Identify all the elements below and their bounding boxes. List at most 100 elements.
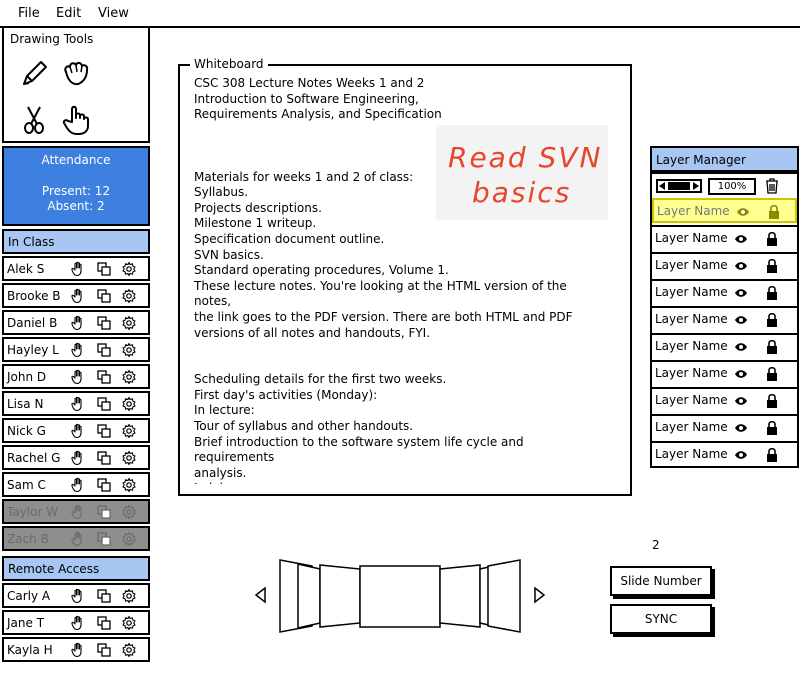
hand-icon[interactable]: [70, 261, 86, 277]
copy-icon[interactable]: [96, 615, 112, 631]
eye-icon[interactable]: [734, 396, 748, 406]
student-row[interactable]: Alek S: [2, 256, 150, 281]
student-row[interactable]: Sam C: [2, 472, 150, 497]
eye-icon[interactable]: [734, 369, 748, 379]
hand-icon[interactable]: [70, 396, 86, 412]
student-row[interactable]: John D: [2, 364, 150, 389]
gear-icon[interactable]: [121, 369, 137, 385]
menu-view[interactable]: View: [98, 6, 129, 21]
copy-icon[interactable]: [96, 369, 112, 385]
layer-row[interactable]: Layer Name: [652, 252, 797, 277]
layer-row[interactable]: Layer Name: [652, 306, 797, 331]
hand-icon[interactable]: [70, 642, 86, 658]
copy-icon[interactable]: [96, 477, 112, 493]
hand-icon[interactable]: [70, 342, 86, 358]
lock-icon[interactable]: [766, 285, 778, 301]
carousel-next-icon[interactable]: [534, 586, 546, 604]
current-slide-thumbnail[interactable]: [359, 565, 441, 628]
hand-icon[interactable]: [70, 504, 86, 520]
copy-icon[interactable]: [96, 342, 112, 358]
gear-icon[interactable]: [121, 315, 137, 331]
copy-icon[interactable]: [96, 423, 112, 439]
copy-icon[interactable]: [96, 261, 112, 277]
eye-icon[interactable]: [734, 261, 748, 271]
hand-grab-icon[interactable]: [60, 58, 92, 90]
zoom-field[interactable]: 100%: [708, 178, 756, 195]
slide-thumbnail[interactable]: [439, 564, 481, 628]
gear-icon[interactable]: [121, 615, 137, 631]
gear-icon[interactable]: [121, 642, 137, 658]
hand-icon[interactable]: [70, 588, 86, 604]
student-row[interactable]: Taylor W: [2, 499, 150, 524]
slide-carousel[interactable]: [250, 558, 550, 634]
student-row[interactable]: Daniel B: [2, 310, 150, 335]
hand-icon[interactable]: [70, 531, 86, 547]
trash-icon[interactable]: [764, 177, 780, 195]
pencil-icon[interactable]: [18, 58, 50, 90]
student-row[interactable]: Kayla H: [2, 637, 150, 662]
hand-icon[interactable]: [70, 477, 86, 493]
menu-edit[interactable]: Edit: [56, 6, 81, 21]
eye-icon[interactable]: [736, 207, 750, 217]
eye-icon[interactable]: [734, 288, 748, 298]
eye-icon[interactable]: [734, 450, 748, 460]
gear-icon[interactable]: [121, 531, 137, 547]
gear-icon[interactable]: [121, 423, 137, 439]
eye-icon[interactable]: [734, 342, 748, 352]
menu-file[interactable]: File: [18, 6, 40, 21]
slide-thumbnail[interactable]: [487, 559, 521, 633]
student-row[interactable]: Lisa N: [2, 391, 150, 416]
layer-row[interactable]: Layer Name: [652, 414, 797, 439]
student-row[interactable]: Nick G: [2, 418, 150, 443]
slide-number-button[interactable]: Slide Number: [610, 566, 712, 596]
gear-icon[interactable]: [121, 504, 137, 520]
layer-row[interactable]: Layer Name: [652, 387, 797, 412]
carousel-prev-icon[interactable]: [254, 586, 266, 604]
copy-icon[interactable]: [96, 504, 112, 520]
eye-icon[interactable]: [734, 234, 748, 244]
hand-icon[interactable]: [70, 288, 86, 304]
copy-icon[interactable]: [96, 588, 112, 604]
handwritten-note[interactable]: Read SVN basics: [436, 125, 608, 220]
opacity-slider[interactable]: [656, 179, 702, 193]
copy-icon[interactable]: [96, 531, 112, 547]
lock-icon[interactable]: [766, 393, 778, 409]
hand-icon[interactable]: [70, 369, 86, 385]
copy-icon[interactable]: [96, 642, 112, 658]
lock-icon[interactable]: [766, 447, 778, 463]
sync-button[interactable]: SYNC: [610, 604, 712, 634]
eye-icon[interactable]: [734, 315, 748, 325]
copy-icon[interactable]: [96, 450, 112, 466]
eye-icon[interactable]: [734, 423, 748, 433]
layer-row[interactable]: Layer Name: [652, 225, 797, 250]
slide-thumbnail[interactable]: [319, 564, 361, 628]
layer-row[interactable]: Layer Name: [652, 333, 797, 358]
hand-icon[interactable]: [70, 423, 86, 439]
hand-icon[interactable]: [70, 315, 86, 331]
student-row[interactable]: Brooke B: [2, 283, 150, 308]
lock-icon[interactable]: [768, 204, 780, 220]
hand-icon[interactable]: [70, 615, 86, 631]
gear-icon[interactable]: [121, 450, 137, 466]
gear-icon[interactable]: [121, 261, 137, 277]
student-row[interactable]: Jane T: [2, 610, 150, 635]
student-row[interactable]: Zach B: [2, 526, 150, 551]
copy-icon[interactable]: [96, 396, 112, 412]
layer-row[interactable]: Layer Name: [652, 360, 797, 385]
copy-icon[interactable]: [96, 315, 112, 331]
student-row[interactable]: Rachel G: [2, 445, 150, 470]
gear-icon[interactable]: [121, 588, 137, 604]
lock-icon[interactable]: [766, 339, 778, 355]
gear-icon[interactable]: [121, 342, 137, 358]
layer-row[interactable]: Layer Name: [652, 441, 797, 466]
layer-row[interactable]: Layer Name: [652, 198, 797, 223]
scissors-icon[interactable]: [18, 104, 50, 136]
lock-icon[interactable]: [766, 258, 778, 274]
student-row[interactable]: Hayley L: [2, 337, 150, 362]
hand-icon[interactable]: [70, 450, 86, 466]
student-row[interactable]: Carly A: [2, 583, 150, 608]
layer-row[interactable]: Layer Name: [652, 279, 797, 304]
hand-pointer-icon[interactable]: [60, 104, 92, 136]
lock-icon[interactable]: [766, 366, 778, 382]
lock-icon[interactable]: [766, 231, 778, 247]
